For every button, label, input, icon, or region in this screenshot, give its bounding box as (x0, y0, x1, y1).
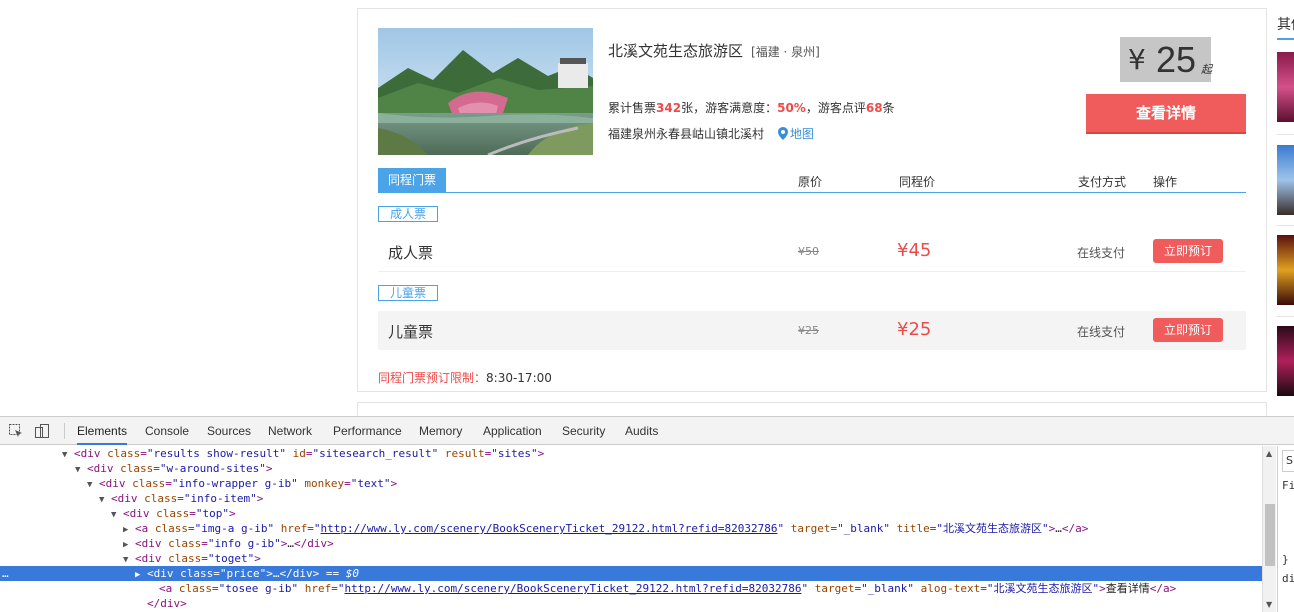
booking-limit-time: 8:30-17:00 (486, 371, 552, 385)
scroll-down-icon[interactable]: ▼ (1266, 600, 1272, 609)
right-sidebar: 其他 (1277, 0, 1294, 416)
price-value: 25 (1156, 39, 1197, 80)
scenic-region: [福建 · 泉州] (751, 45, 820, 59)
ticket-name[interactable]: 成人票 (388, 242, 433, 263)
styles-pane: S Fi } di (1277, 446, 1294, 612)
scenic-photo (378, 28, 593, 155)
price-highlight: ¥ 25 (1120, 37, 1211, 82)
review-count: 68 (865, 101, 883, 115)
category-tag-adult[interactable]: 成人票 (378, 206, 438, 222)
tab-elements[interactable]: Elements (77, 417, 128, 445)
category-tag-child[interactable]: 儿童票 (378, 285, 438, 301)
scroll-thumb[interactable] (1265, 504, 1275, 566)
col-payment: 支付方式 (1078, 175, 1127, 189)
tongcheng-price: ¥25 (897, 319, 932, 340)
more-options-icon[interactable]: … (2, 566, 9, 581)
dom-node[interactable]: ▼ <div class="results show-result" id="si… (0, 446, 1262, 461)
dom-tree[interactable]: ▼ <div class="results show-result" id="si… (0, 446, 1262, 612)
dom-scrollbar[interactable]: ▲ ▼ (1262, 446, 1276, 612)
scenic-card: 北溪文苑生态旅游区 [福建 · 泉州] 累计售票342张，游客满意度：50%，游客… (357, 8, 1267, 392)
payment-method: 在线支付 (1077, 246, 1126, 260)
col-original-price: 原价 (798, 175, 823, 189)
tab-security[interactable]: Security (562, 417, 605, 445)
book-now-button[interactable]: 立即预订 (1153, 239, 1223, 263)
tickets-sold: 342 (656, 101, 682, 115)
ticket-table-header: 同程门票 原价 同程价 支付方式 操作 (378, 168, 1246, 193)
scenic-title-link[interactable]: 北溪文苑生态旅游区 (608, 42, 743, 60)
ticket-row-adult: 成人票 ¥50 ¥45 在线支付 立即预订 (378, 232, 1246, 271)
map-pin-icon (777, 127, 788, 140)
view-details-button[interactable]: 查看详情 (1086, 94, 1246, 134)
tab-application[interactable]: Application (483, 417, 542, 445)
scenic-address: 福建泉州永春县岵山镇北溪村 (608, 127, 765, 141)
price-suffix: 起 (1201, 63, 1212, 76)
scenic-address-row: 福建泉州永春县岵山镇北溪村 地图 (608, 125, 814, 142)
sidebar-divider (1277, 225, 1294, 226)
sidebar-thumb-3[interactable] (1277, 235, 1294, 305)
map-label: 地图 (789, 127, 814, 141)
tab-memory[interactable]: Memory (419, 417, 462, 445)
dom-node[interactable]: ▼ <div class="top"> (0, 506, 1262, 521)
sidebar-divider (1277, 316, 1294, 317)
tab-tongcheng-tickets[interactable]: 同程门票 (378, 168, 446, 192)
scenic-stats: 累计售票342张，游客满意度：50%，游客点评68条 (608, 99, 895, 116)
ticket-row-child: 儿童票 ¥25 ¥25 在线支付 立即预订 (378, 311, 1246, 350)
devtools-panel: Elements Console Sources Network Perform… (0, 416, 1294, 612)
stats-suffix: 条 (882, 101, 895, 115)
book-now-button[interactable]: 立即预订 (1153, 318, 1223, 342)
dom-node[interactable]: ▼ <div class="info-item"> (0, 491, 1262, 506)
tab-console[interactable]: Console (145, 417, 189, 445)
payment-method: 在线支付 (1077, 325, 1126, 339)
web-page: 北溪文苑生态旅游区 [福建 · 泉州] 累计售票342张，游客满意度：50%，游客… (0, 0, 1294, 416)
original-price: ¥50 (798, 245, 819, 258)
dom-node[interactable]: ▼ <div class="toget"> (0, 551, 1262, 566)
original-price: ¥25 (798, 324, 819, 337)
dom-node[interactable]: <a class="tosee g-ib" href="http://www.l… (0, 581, 1262, 596)
dom-node[interactable]: </div> (0, 596, 1262, 611)
scenic-thumbnail[interactable] (378, 28, 593, 155)
styles-text: Fi (1282, 479, 1294, 492)
ticket-name[interactable]: 儿童票 (388, 321, 433, 342)
scenic-title-row: 北溪文苑生态旅游区 [福建 · 泉州] (608, 40, 820, 61)
dom-node[interactable]: ▼ <div class="info-wrapper g-ib" monkey="… (0, 476, 1262, 491)
devtools-toolbar: Elements Console Sources Network Perform… (0, 417, 1294, 445)
col-operation: 操作 (1153, 175, 1178, 189)
dom-node-selected[interactable]: … ▶ <div class="price">…</div> == $0 (0, 566, 1262, 581)
stats-mid2: ，游客点评 (805, 101, 866, 115)
dom-node[interactable]: ▼ <div class="w-around-sites"> (0, 461, 1262, 476)
sidebar-thumb-2[interactable] (1277, 145, 1294, 215)
styles-rule: di (1282, 572, 1294, 585)
col-tongcheng-price: 同程价 (899, 175, 936, 189)
tab-network[interactable]: Network (268, 417, 312, 445)
sidebar-divider (1277, 134, 1294, 135)
inspect-element-icon[interactable] (8, 423, 24, 439)
tab-performance[interactable]: Performance (333, 417, 402, 445)
toolbar-separator (64, 423, 65, 439)
satisfaction: 50% (777, 101, 806, 115)
booking-limit: 同程门票预订限制：8:30-17:00 (378, 369, 552, 386)
tongcheng-price: ¥45 (897, 240, 932, 261)
tab-audits[interactable]: Audits (625, 417, 658, 445)
dom-node[interactable]: ▶ <div class="info g-ib">…</div> (0, 536, 1262, 551)
map-link[interactable]: 地图 (777, 127, 814, 141)
stats-prefix: 累计售票 (608, 101, 657, 115)
styles-brace: } (1282, 553, 1289, 566)
tab-sources[interactable]: Sources (207, 417, 251, 445)
price-currency: ¥ (1128, 43, 1146, 76)
device-toolbar-icon[interactable] (34, 423, 50, 439)
styles-filter-input[interactable]: S (1282, 450, 1294, 472)
stats-mid1: 张，游客满意度： (681, 101, 778, 115)
sidebar-thumb-1[interactable] (1277, 52, 1294, 122)
row-divider (378, 271, 1246, 272)
sidebar-title-underline (1277, 38, 1294, 40)
sidebar-title: 其他 (1277, 17, 1294, 33)
scroll-up-icon[interactable]: ▲ (1266, 449, 1272, 458)
dom-node[interactable]: ▶ <a class="img-a g-ib" href="http://www.… (0, 521, 1262, 536)
booking-limit-label: 同程门票预订限制： (378, 371, 487, 385)
sidebar-thumb-4[interactable] (1277, 326, 1294, 396)
next-scenic-card (357, 402, 1267, 416)
